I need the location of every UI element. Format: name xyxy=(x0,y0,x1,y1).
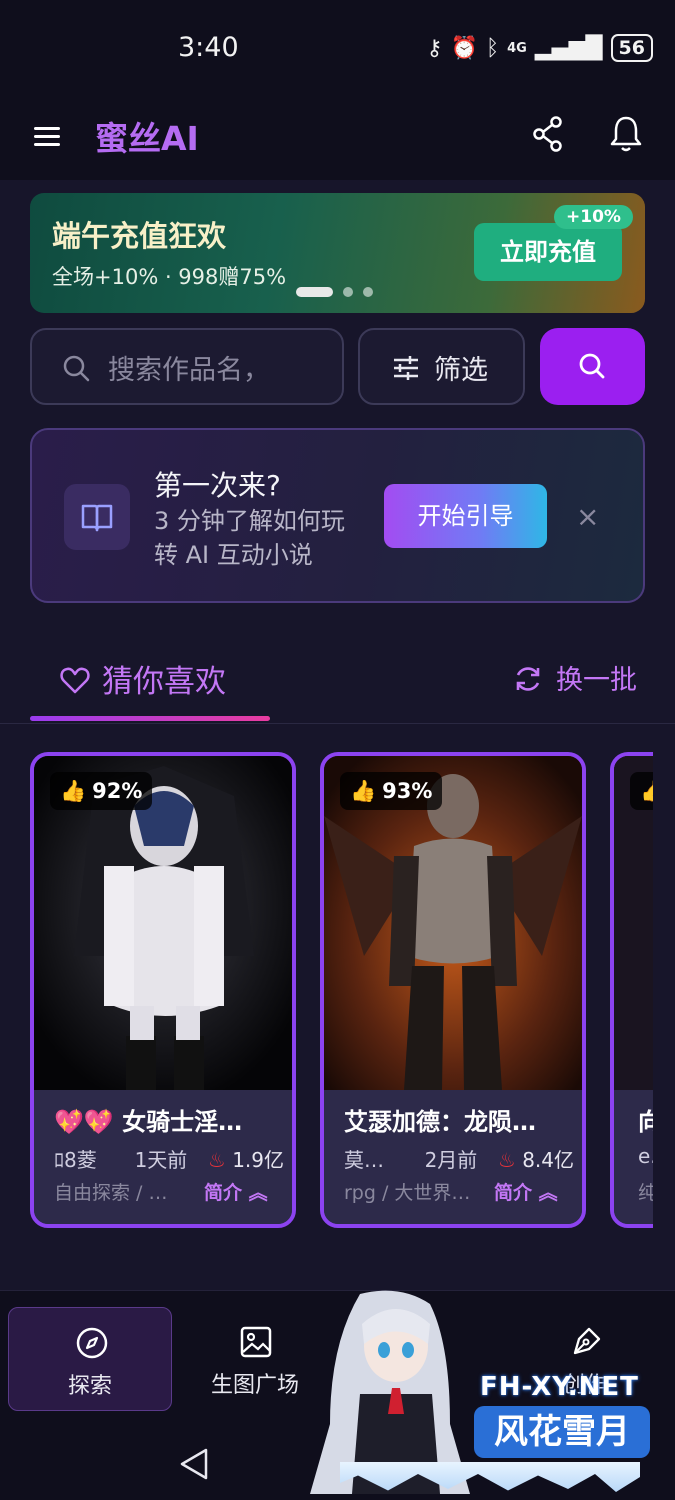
card-author: 莫… xyxy=(344,1148,384,1172)
nav-explore[interactable]: 探索 xyxy=(8,1307,172,1411)
card-heat: ♨ 8.4亿 xyxy=(498,1144,574,1173)
card-intro-toggle[interactable]: 简介 ︽ xyxy=(204,1178,268,1205)
card-time: 2月前 xyxy=(424,1148,478,1172)
bluetooth-icon: ᛒ xyxy=(485,35,500,61)
intro-label: 简介 xyxy=(204,1182,243,1204)
alarm-icon: ⏰ xyxy=(450,35,478,61)
fire-icon: ♨ xyxy=(497,1148,516,1172)
tab-recommended[interactable]: 猜你喜欢 xyxy=(102,656,226,701)
card-tags: rpg / 大世界… xyxy=(344,1182,471,1204)
card-title: 💖💖 女骑士淫… xyxy=(54,1108,243,1136)
bonus-tag: +10% xyxy=(554,205,633,229)
compass-icon xyxy=(76,1327,108,1359)
carousel-dot[interactable] xyxy=(343,287,353,297)
banner-subtitle: 全场+10% · 998赠75% xyxy=(52,265,287,289)
card-time: 1天前 xyxy=(134,1148,188,1172)
story-cards-row: 👍 92% 💖💖 女骑士淫… ﾛ8菱 1天前 ♨ 1.9亿 自由探索 / … 简… xyxy=(0,752,653,1232)
card-author: e. xyxy=(638,1144,653,1168)
start-guide-button[interactable]: 开始引导 xyxy=(384,484,547,548)
close-icon[interactable]: × xyxy=(576,500,599,533)
rating-badge: 👍 xyxy=(630,772,653,810)
chevron-up-icon: ︽ xyxy=(248,1182,268,1204)
menu-icon[interactable] xyxy=(34,122,64,152)
watermark-ice xyxy=(340,1462,640,1492)
search-icon xyxy=(63,355,90,382)
back-icon[interactable] xyxy=(178,1446,210,1482)
card-info: 💖💖 女骑士淫… ﾛ8菱 1天前 ♨ 1.9亿 自由探索 / … 简介 ︽ xyxy=(34,1090,292,1224)
refresh-icon[interactable] xyxy=(513,664,543,694)
intro-label: 简介 xyxy=(494,1182,533,1204)
search-button[interactable] xyxy=(540,328,645,405)
card-heat-value: 8.4亿 xyxy=(522,1148,574,1172)
card-heat: ♨ 1.9亿 xyxy=(208,1144,284,1173)
card-title: 向 xyxy=(638,1102,653,1137)
banner-title: 端午充值狂欢 xyxy=(52,219,227,253)
story-card[interactable]: 👍 92% 💖💖 女骑士淫… ﾛ8菱 1天前 ♨ 1.9亿 自由探索 / … 简… xyxy=(30,752,296,1228)
thumbs-up-icon: 👍 xyxy=(60,778,87,803)
card-meta: ﾛ8菱 1天前 ♨ 1.9亿 xyxy=(54,1144,284,1173)
story-card[interactable]: 👍 93% 艾瑟加德：龙陨… 莫… 2月前 ♨ 8.4亿 rpg / 大世界… … xyxy=(320,752,586,1228)
key-icon: ⚷ xyxy=(426,35,443,61)
recharge-button[interactable]: 立即充值 xyxy=(474,223,622,281)
status-bar: 3:40 ⚷ ⏰ ᛒ 4G ▂▄▆█ 56 xyxy=(0,0,675,100)
watermark-site: FH-XY.NET xyxy=(480,1372,639,1402)
image-icon xyxy=(240,1326,272,1358)
filter-label: 筛选 xyxy=(434,355,488,386)
status-icons: ⚷ ⏰ ᛒ 4G ▂▄▆█ 56 xyxy=(426,34,653,62)
rating-badge: 👍 92% xyxy=(50,772,153,810)
card-tags: 纯 xyxy=(638,1178,653,1205)
guide-title: 第一次来? xyxy=(154,469,281,502)
filter-button[interactable]: 筛选 xyxy=(358,328,525,405)
card-info: 向 e. 纯 xyxy=(614,1090,653,1224)
thumbs-up-icon: 👍 xyxy=(350,778,377,803)
card-meta: e. xyxy=(638,1144,653,1168)
guide-icon-box xyxy=(64,484,130,550)
search-placeholder: 搜索作品名， xyxy=(108,355,270,386)
search-input[interactable]: 搜索作品名， xyxy=(30,328,344,405)
promo-banner[interactable]: 端午充值狂欢 全场+10% · 998赠75% 立即充值 +10% xyxy=(30,193,645,313)
section-header: 猜你喜欢 换一批 xyxy=(0,640,675,724)
chevron-up-icon: ︽ xyxy=(538,1182,558,1204)
story-card[interactable]: 👍 向 e. 纯 xyxy=(610,752,653,1228)
thumbs-up-icon: 👍 xyxy=(640,779,653,804)
app-title: 蜜丝AI xyxy=(95,119,199,158)
status-time: 3:40 xyxy=(178,32,239,63)
card-title: 艾瑟加德：龙陨… xyxy=(344,1108,536,1136)
card-intro-toggle[interactable]: 简介 ︽ xyxy=(494,1178,558,1205)
carousel-dot-active[interactable] xyxy=(296,287,333,297)
app-bar: 蜜丝AI xyxy=(0,100,675,180)
bell-icon[interactable] xyxy=(610,114,642,154)
sliders-icon xyxy=(394,356,418,380)
rating-value: 92% xyxy=(92,779,143,803)
card-info: 艾瑟加德：龙陨… 莫… 2月前 ♨ 8.4亿 rpg / 大世界… 简介 ︽ xyxy=(324,1090,582,1224)
tab-indicator xyxy=(30,716,270,721)
carousel-dot[interactable] xyxy=(363,287,373,297)
signal-icon: ▂▄▆█ xyxy=(534,35,603,61)
share-icon[interactable] xyxy=(532,116,564,152)
book-icon xyxy=(81,504,113,532)
carousel-dots xyxy=(296,287,373,297)
guide-description: 3 分钟了解如何玩转 AI 互动小说 xyxy=(154,507,345,569)
rating-value: 93% xyxy=(382,779,433,803)
search-icon xyxy=(579,353,605,379)
refresh-button[interactable]: 换一批 xyxy=(556,658,637,697)
onboarding-card: 第一次来? 3 分钟了解如何玩转 AI 互动小说 开始引导 × xyxy=(30,428,645,603)
network-label: 4G xyxy=(507,40,527,56)
watermark-title: 风花雪月 xyxy=(474,1406,650,1458)
card-meta: 莫… 2月前 ♨ 8.4亿 xyxy=(344,1144,574,1173)
rating-badge: 👍 93% xyxy=(340,772,443,810)
heart-icon xyxy=(60,667,90,694)
fire-icon: ♨ xyxy=(207,1148,226,1172)
card-tags: 自由探索 / … xyxy=(54,1182,168,1204)
nav-label: 探索 xyxy=(67,1374,112,1399)
watermark-logo: FH-XY.NET 风花雪月 xyxy=(300,1284,660,1500)
card-author: ﾛ8菱 xyxy=(54,1148,97,1172)
battery-indicator: 56 xyxy=(610,34,653,62)
card-heat-value: 1.9亿 xyxy=(232,1148,284,1172)
